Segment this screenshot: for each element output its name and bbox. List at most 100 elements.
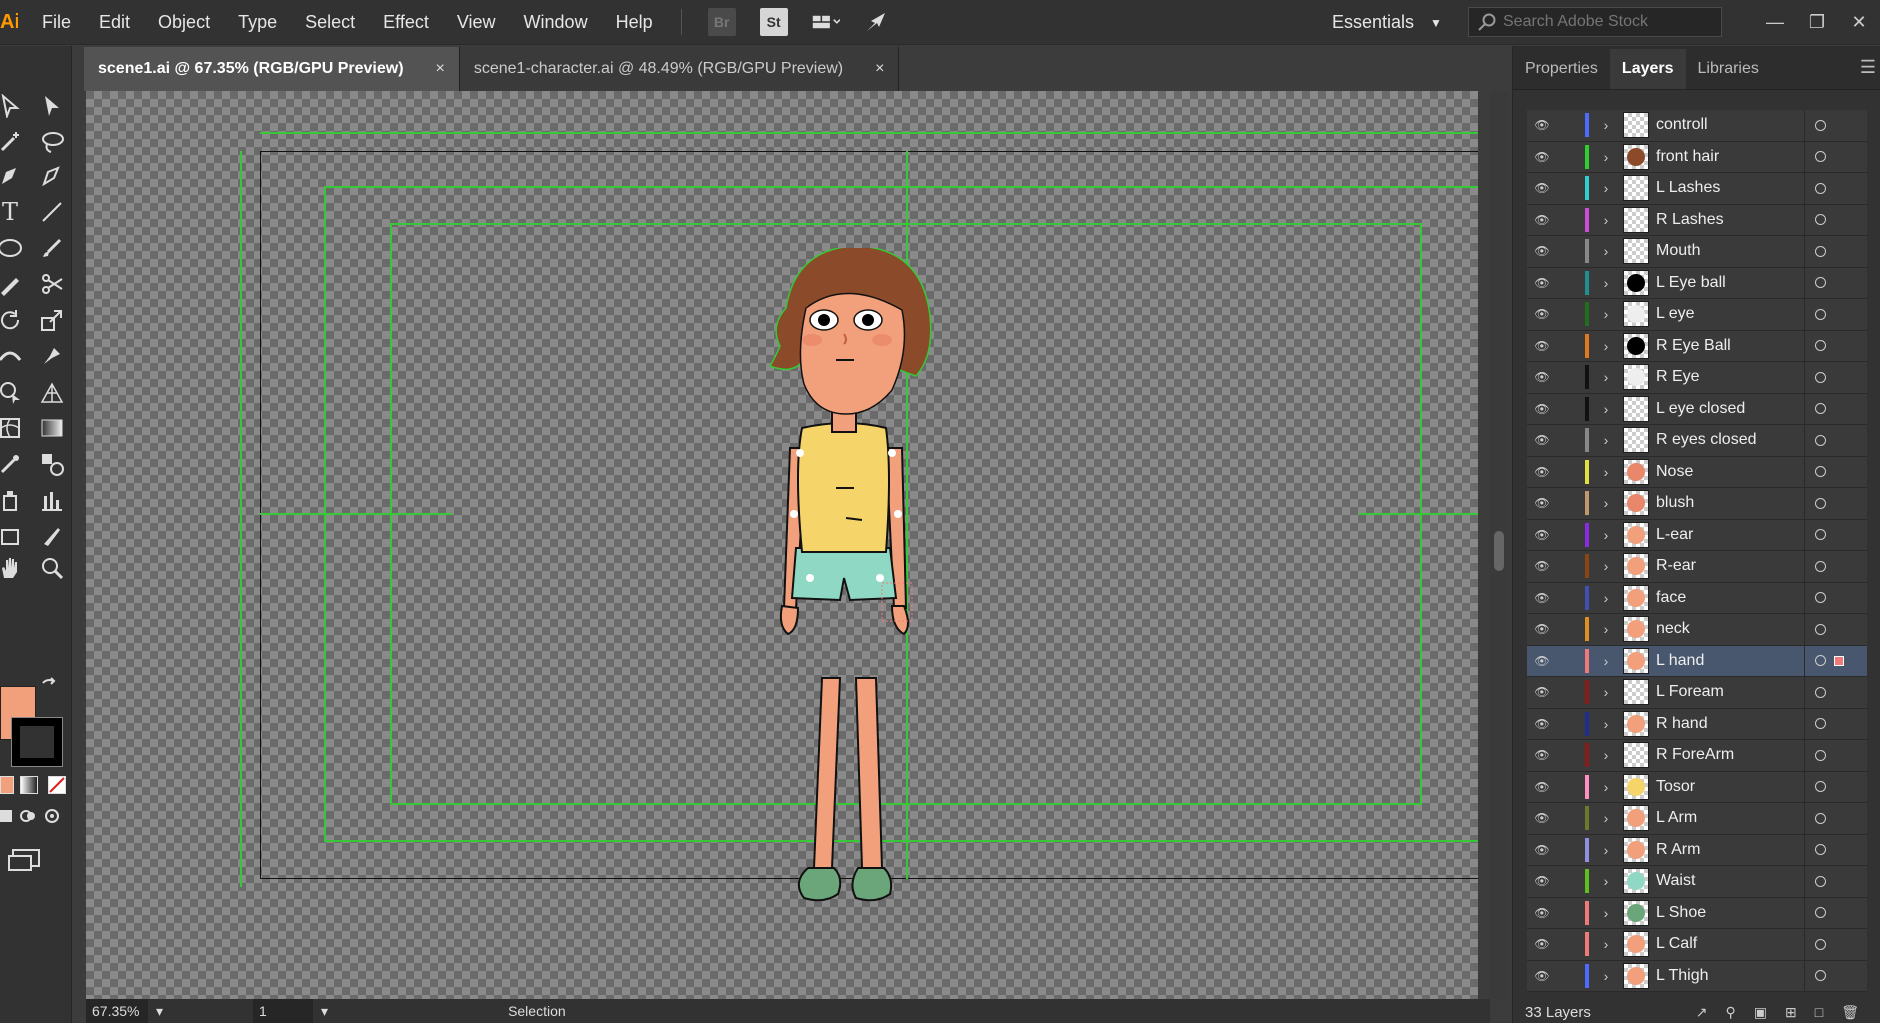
visibility-eye-icon[interactable]: 👁 <box>1527 402 1557 416</box>
layer-row[interactable]: 👁 › front hair <box>1527 141 1867 173</box>
layer-row[interactable]: 👁 › L Foream <box>1527 676 1867 709</box>
tab-scene1[interactable]: scene1.ai @ 67.35% (RGB/GPU Preview) × <box>84 47 460 91</box>
target-circle-icon[interactable] <box>1815 434 1826 446</box>
layer-name[interactable]: Waist <box>1656 872 1804 890</box>
chevron-right-icon[interactable]: › <box>1599 747 1613 763</box>
menu-window[interactable]: Window <box>510 0 602 45</box>
gradient-tool-icon[interactable] <box>36 412 68 444</box>
layer-name[interactable]: L eye closed <box>1656 400 1804 418</box>
layer-name[interactable]: L Calf <box>1656 935 1804 953</box>
puppet-warp-tool-icon[interactable] <box>36 340 68 372</box>
visibility-eye-icon[interactable]: 👁 <box>1527 748 1557 762</box>
color-mode-button[interactable] <box>0 776 14 794</box>
target-circle-icon[interactable] <box>1815 938 1826 950</box>
visibility-eye-icon[interactable]: 👁 <box>1527 780 1557 794</box>
chevron-right-icon[interactable]: › <box>1599 243 1613 259</box>
chevron-right-icon[interactable]: › <box>1599 275 1613 291</box>
tab-scene1-character[interactable]: scene1-character.ai @ 48.49% (RGB/GPU Pr… <box>459 47 900 91</box>
target-circle-icon[interactable] <box>1815 812 1826 824</box>
layer-row[interactable]: 👁 › face <box>1527 582 1867 614</box>
visibility-eye-icon[interactable]: 👁 <box>1527 528 1557 542</box>
chevron-right-icon[interactable]: › <box>1599 590 1613 606</box>
chevron-right-icon[interactable]: › <box>1599 527 1613 543</box>
layer-row[interactable]: 👁 › L Arm <box>1527 802 1867 835</box>
visibility-eye-icon[interactable]: 👁 <box>1527 591 1557 605</box>
layer-name[interactable]: neck <box>1656 620 1804 638</box>
layer-row[interactable]: 👁 › R Eye <box>1527 361 1867 394</box>
arrange-documents-button[interactable] <box>812 8 840 36</box>
menu-object[interactable]: Object <box>144 0 224 45</box>
layer-name[interactable]: L hand <box>1656 652 1804 670</box>
slice-tool-icon[interactable] <box>36 520 68 552</box>
direct-selection-tool-icon[interactable] <box>36 90 68 122</box>
visibility-eye-icon[interactable]: 👁 <box>1527 118 1557 132</box>
visibility-eye-icon[interactable]: 👁 <box>1527 244 1557 258</box>
draw-inside-icon[interactable] <box>42 806 62 826</box>
target-circle-icon[interactable] <box>1815 403 1826 415</box>
layer-row[interactable]: 👁 › L Eye ball <box>1527 267 1867 299</box>
layer-name[interactable]: R Eye <box>1656 368 1804 386</box>
visibility-eye-icon[interactable]: 👁 <box>1527 906 1557 920</box>
visibility-eye-icon[interactable]: 👁 <box>1527 654 1557 668</box>
chevron-right-icon[interactable]: › <box>1599 369 1613 385</box>
visibility-eye-icon[interactable]: 👁 <box>1527 685 1557 699</box>
target-circle-icon[interactable] <box>1815 308 1826 320</box>
chevron-right-icon[interactable]: › <box>1599 653 1613 669</box>
chevron-right-icon[interactable]: › <box>1599 338 1613 354</box>
layer-row[interactable]: 👁 › neck <box>1527 613 1867 646</box>
target-circle-icon[interactable] <box>1815 214 1826 226</box>
canvas[interactable] <box>86 91 1478 999</box>
chevron-right-icon[interactable]: › <box>1599 905 1613 921</box>
target-circle-icon[interactable] <box>1815 623 1826 635</box>
layer-name[interactable]: L Lashes <box>1656 179 1804 197</box>
target-circle-icon[interactable] <box>1815 686 1826 698</box>
visibility-eye-icon[interactable]: 👁 <box>1527 465 1557 479</box>
visibility-eye-icon[interactable]: 👁 <box>1527 496 1557 510</box>
draw-normal-icon[interactable] <box>0 806 16 826</box>
target-circle-icon[interactable] <box>1815 844 1826 856</box>
chevron-right-icon[interactable]: › <box>1599 464 1613 480</box>
layer-name[interactable]: R Eye Ball <box>1656 337 1804 355</box>
tab-properties[interactable]: Properties <box>1513 49 1610 89</box>
layer-name[interactable]: Nose <box>1656 463 1804 481</box>
layer-row[interactable]: 👁 › L eye closed <box>1527 393 1867 425</box>
chevron-right-icon[interactable]: › <box>1599 684 1613 700</box>
target-circle-icon[interactable] <box>1815 718 1826 730</box>
search-icon[interactable]: ⚲ <box>1726 1004 1736 1021</box>
target-circle-icon[interactable] <box>1815 875 1826 887</box>
visibility-eye-icon[interactable]: 👁 <box>1527 622 1557 636</box>
search-stock-input[interactable] <box>1503 13 1703 31</box>
layer-row[interactable]: 👁 › R Eye Ball <box>1527 330 1867 362</box>
export-icon[interactable]: ↗ <box>1696 1004 1708 1021</box>
menu-select[interactable]: Select <box>291 0 369 45</box>
visibility-eye-icon[interactable]: 👁 <box>1527 307 1557 321</box>
layer-row[interactable]: 👁 › R Lashes <box>1527 204 1867 236</box>
chevron-right-icon[interactable]: › <box>1599 779 1613 795</box>
visibility-eye-icon[interactable]: 👁 <box>1527 843 1557 857</box>
layer-row[interactable]: 👁 › Mouth <box>1527 235 1867 268</box>
chevron-right-icon[interactable]: › <box>1599 432 1613 448</box>
visibility-eye-icon[interactable]: 👁 <box>1527 339 1557 353</box>
menu-file[interactable]: File <box>18 0 85 45</box>
layer-name[interactable]: L eye <box>1656 305 1804 323</box>
stroke-color-swatch[interactable] <box>11 717 63 767</box>
bridge-button[interactable]: Br <box>707 8 736 36</box>
layer-name[interactable]: L Arm <box>1656 809 1804 827</box>
none-mode-button[interactable] <box>48 776 66 794</box>
target-circle-icon[interactable] <box>1815 151 1826 163</box>
canvas-vertical-scrollbar[interactable] <box>1490 91 1508 999</box>
chevron-right-icon[interactable]: › <box>1599 149 1613 165</box>
target-circle-icon[interactable] <box>1815 119 1826 131</box>
chevron-down-icon[interactable]: ▾ <box>156 1003 163 1020</box>
character-artwork[interactable] <box>736 248 956 948</box>
target-circle-icon[interactable] <box>1815 182 1826 194</box>
close-icon[interactable]: ✕ <box>1838 12 1880 33</box>
column-graph-tool-icon[interactable] <box>36 484 68 516</box>
scrollbar-thumb[interactable] <box>1494 531 1504 571</box>
eyedropper-tool-icon[interactable] <box>0 448 26 480</box>
ellipse-tool-icon[interactable] <box>0 232 26 264</box>
layer-name[interactable]: L Thigh <box>1656 967 1804 985</box>
chevron-right-icon[interactable]: › <box>1599 306 1613 322</box>
target-circle-icon[interactable] <box>1815 560 1826 572</box>
target-circle-icon[interactable] <box>1815 655 1826 667</box>
